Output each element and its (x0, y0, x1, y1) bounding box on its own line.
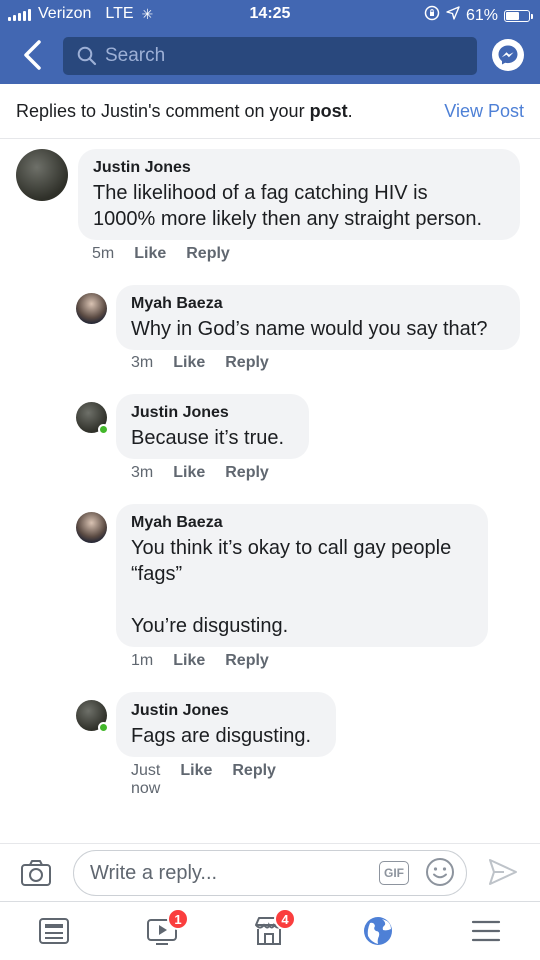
avatar[interactable] (16, 149, 68, 201)
comment-time: 3m (131, 464, 154, 481)
comment-text: Because it’s true. (131, 427, 285, 449)
like-button[interactable]: Like (173, 464, 205, 482)
comment-text: You think it’s okay to call gay people “… (131, 537, 452, 637)
search-input[interactable]: Search (63, 37, 477, 75)
gif-button[interactable]: GIF (379, 861, 409, 885)
nav-row: Search (0, 32, 540, 78)
reply-button[interactable]: Reply (225, 464, 269, 482)
comment-time: Just now (131, 762, 161, 797)
bottom-tab-bar: 1 4 (0, 901, 540, 960)
comment-bubble[interactable]: Justin Jones Fags are disgusting. (116, 692, 336, 757)
status-right: 61% (424, 5, 533, 26)
like-button[interactable]: Like (180, 762, 212, 798)
top-navigation-bar: Verizon LTE ✳ 14:25 61% Search (0, 0, 540, 84)
tab-watch[interactable]: 1 (145, 908, 189, 948)
notification-badge: 4 (274, 908, 296, 930)
reply-placeholder: Write a reply... (90, 861, 218, 884)
notification-badge: 1 (167, 908, 189, 930)
messenger-icon (498, 45, 518, 65)
like-button[interactable]: Like (173, 354, 205, 372)
search-icon (77, 46, 97, 66)
camera-icon (21, 860, 51, 886)
search-placeholder: Search (105, 45, 166, 66)
comment-author[interactable]: Myah Baeza (131, 295, 505, 313)
avatar[interactable] (76, 402, 109, 435)
comment-time: 3m (131, 354, 154, 371)
comment-author[interactable]: Justin Jones (131, 702, 321, 720)
chevron-left-icon (24, 40, 41, 70)
back-button[interactable] (18, 38, 48, 72)
online-status-dot (98, 424, 109, 435)
battery-icon (504, 9, 533, 22)
tab-marketplace[interactable]: 4 (252, 908, 296, 948)
comment-time: 5m (92, 245, 115, 262)
like-button[interactable]: Like (134, 245, 166, 263)
status-bar: Verizon LTE ✳ 14:25 61% (0, 0, 540, 28)
comment-bubble[interactable]: Justin Jones The likelihood of a fag cat… (78, 149, 520, 240)
messenger-button[interactable] (492, 39, 524, 71)
comment-time: 1m (131, 652, 154, 669)
tab-notifications-globe[interactable] (361, 914, 395, 948)
reply-button[interactable]: Reply (232, 762, 276, 798)
send-button[interactable] (487, 857, 519, 892)
replies-context-text: Replies to Justin's comment on your post… (16, 101, 353, 122)
location-arrow-icon (446, 6, 460, 25)
avatar[interactable] (76, 700, 109, 733)
comment-actions: 5m Like Reply (92, 245, 230, 263)
comment-author[interactable]: Justin Jones (131, 404, 294, 422)
rotation-lock-icon (424, 5, 440, 26)
smiley-icon (426, 858, 454, 886)
reply-button[interactable]: Reply (225, 354, 269, 372)
camera-button[interactable] (20, 858, 52, 893)
comment-actions: 3m Like Reply (131, 464, 269, 482)
reply-composer: Write a reply... (0, 843, 540, 901)
comment-actions: 1m Like Reply (131, 652, 269, 670)
online-status-dot (98, 722, 109, 733)
like-button[interactable]: Like (173, 652, 205, 670)
battery-level-fill (506, 11, 520, 20)
comment-text: Fags are disgusting. (131, 725, 312, 747)
comment-author[interactable]: Justin Jones (93, 159, 505, 177)
comment-bubble[interactable]: Myah Baeza You think it’s okay to call g… (116, 504, 488, 647)
avatar[interactable] (76, 512, 107, 543)
hamburger-menu-icon (471, 920, 501, 942)
send-arrow-icon (489, 859, 517, 885)
context-prefix: Replies to Justin's comment on your (16, 101, 310, 121)
avatar-image (16, 149, 68, 201)
emoji-button[interactable] (425, 857, 455, 892)
comment-text: Why in God’s name would you say that? (131, 318, 488, 340)
reply-button[interactable]: Reply (225, 652, 269, 670)
comment-actions: Just now Like Reply (131, 762, 276, 798)
news-feed-icon (39, 918, 69, 944)
comment-author[interactable]: Myah Baeza (131, 514, 473, 532)
view-post-link[interactable]: View Post (444, 101, 524, 122)
battery-percent: 61% (465, 6, 498, 24)
context-suffix: . (347, 101, 353, 121)
globe-icon (364, 917, 392, 945)
tab-menu[interactable] (469, 914, 503, 948)
comment-bubble[interactable]: Justin Jones Because it’s true. (116, 394, 309, 459)
comment-text: The likelihood of a fag catching HIV is … (93, 182, 483, 230)
comment-bubble[interactable]: Myah Baeza Why in God’s name would you s… (116, 285, 520, 350)
avatar-image (76, 512, 107, 543)
avatar-image (76, 293, 107, 324)
avatar[interactable] (76, 293, 107, 324)
reply-button[interactable]: Reply (186, 245, 230, 263)
comment-actions: 3m Like Reply (131, 354, 269, 372)
replies-context-bar: Replies to Justin's comment on your post… (0, 84, 540, 139)
context-post-word: post (309, 101, 348, 121)
tab-news-feed[interactable] (37, 914, 71, 948)
